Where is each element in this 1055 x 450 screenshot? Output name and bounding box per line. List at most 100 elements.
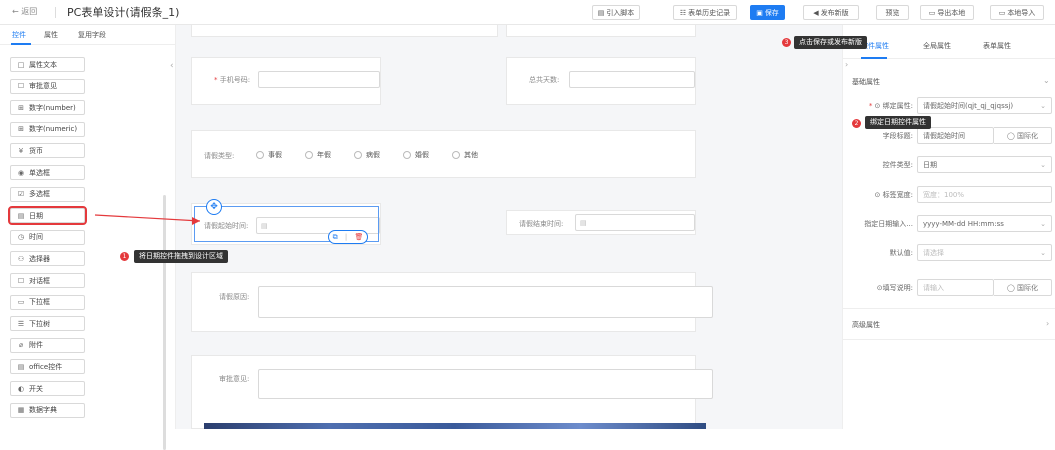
component-item[interactable]: ▤ 日期: [8, 206, 87, 226]
copy-icon[interactable]: ⧉: [333, 233, 338, 242]
step-3-badge: 3: [782, 38, 791, 47]
tab-form-properties[interactable]: 表单属性: [983, 41, 1011, 51]
i18n-button[interactable]: ◯ 国际化: [994, 279, 1052, 296]
component-item[interactable]: ◷ 时间: [10, 229, 85, 245]
component-label: 数字(number): [29, 103, 76, 112]
control-type-select[interactable]: 日期 ⌄: [917, 156, 1052, 173]
component-item[interactable]: ⚇ 选择器: [10, 251, 85, 267]
reason-label: 请假原因:: [219, 293, 250, 301]
form-history-button[interactable]: ☷ 表单历史记录: [673, 5, 737, 20]
component-label: 审批意见: [29, 82, 57, 91]
chevron-down-icon[interactable]: ⌄: [1043, 76, 1050, 85]
component-icon: ▤: [17, 211, 25, 220]
back-link[interactable]: ← 返回: [12, 6, 37, 17]
publish-button[interactable]: ◀ 发布新版: [803, 5, 859, 20]
component-item[interactable]: ◐ 开关: [10, 381, 85, 396]
delete-icon[interactable]: 🗑: [354, 233, 363, 241]
phone-field-card[interactable]: * 手机号码:: [191, 57, 381, 105]
component-label: 数字(numeric): [29, 125, 78, 134]
component-item[interactable]: ☐ 审批意见: [10, 78, 85, 94]
total-days-field-card[interactable]: 总共天数:: [506, 57, 696, 105]
scrollbar[interactable]: [163, 195, 166, 450]
end-date-field-card[interactable]: 请假结束时间: ▤: [506, 210, 696, 235]
component-icon: ⚇: [17, 254, 25, 263]
tab-global-properties[interactable]: 全局属性: [923, 41, 951, 51]
component-item[interactable]: ⊞ 数字(numeric): [10, 121, 85, 137]
radio-option[interactable]: 年假: [305, 150, 331, 160]
control-type-label: 控件类型:: [882, 161, 913, 169]
default-value-select[interactable]: 请选择 ⌄: [917, 244, 1052, 261]
radio-dot-icon: [403, 151, 411, 159]
reason-textarea[interactable]: [258, 286, 713, 318]
radio-option[interactable]: 其他: [452, 150, 478, 160]
tab-controls[interactable]: 控件: [12, 30, 26, 40]
component-item[interactable]: ☑ 多选框: [10, 186, 85, 202]
phone-input[interactable]: [258, 71, 380, 88]
import-script-button[interactable]: ▤ 引入脚本: [592, 5, 640, 20]
component-item[interactable]: □ 属性文本: [10, 57, 85, 72]
top-toolbar: ← 返回 PC表单设计(请假条_1) ▤ 引入脚本 ☷ 表单历史记录 ▣ 保存 ◀ 发布…: [0, 0, 1055, 25]
label-width-input[interactable]: 宽度：100%: [917, 186, 1052, 203]
chevron-down-icon: ⌄: [1040, 219, 1046, 228]
chevron-down-icon: ⌄: [1040, 160, 1046, 169]
reason-field-card[interactable]: 请假原因:: [191, 272, 713, 332]
collapse-left-icon[interactable]: ‹: [170, 61, 174, 71]
radio-option[interactable]: 事假: [256, 150, 282, 160]
component-icon: ▦: [17, 406, 25, 415]
field-actions: ⧉ | 🗑: [328, 230, 368, 244]
export-local-button[interactable]: ▭ 导出本地: [920, 5, 974, 20]
import-local-button[interactable]: ▭ 本地导入: [990, 5, 1044, 20]
radio-option[interactable]: 婚假: [403, 150, 429, 160]
component-item[interactable]: ☐ 对话框: [10, 273, 85, 288]
component-item[interactable]: ¥ 货币: [10, 143, 85, 159]
advanced-properties-title[interactable]: 高级属性: [852, 320, 880, 330]
component-item[interactable]: ▦ 数据字典: [10, 402, 85, 418]
form-row-card[interactable]: [191, 25, 498, 37]
tab-properties[interactable]: 属性: [44, 30, 58, 40]
radio-dot-icon: [354, 151, 362, 159]
component-item[interactable]: ⌀ 附件: [10, 337, 85, 353]
calendar-icon: ▤: [580, 218, 587, 227]
component-item[interactable]: ☰ 下拉树: [10, 316, 85, 332]
move-handle-icon[interactable]: ✥: [206, 199, 222, 215]
radio-option[interactable]: 病假: [354, 150, 380, 160]
help-text-input[interactable]: 请输入: [917, 279, 994, 296]
bind-property-select[interactable]: 请假起始时间(qjt_qj_qjqssj) ⌄: [917, 97, 1052, 114]
save-button[interactable]: ▣ 保存: [750, 5, 785, 20]
component-label: 多选框: [29, 190, 50, 199]
form-row-card[interactable]: [506, 25, 696, 37]
preview-button[interactable]: 预览: [876, 5, 909, 20]
phone-label: * 手机号码:: [214, 76, 251, 84]
component-icon: ◷: [17, 233, 25, 242]
total-days-input[interactable]: [569, 71, 695, 88]
leave-type-field-card[interactable]: 请假类型: 事假 年假 病假 婚假 其他: [191, 130, 696, 178]
component-label: 日期: [29, 211, 43, 220]
history-icon: ☷: [679, 8, 687, 17]
basic-properties-title[interactable]: 基础属性: [852, 77, 880, 87]
component-item[interactable]: ▭ 下拉框: [10, 294, 85, 310]
date-format-select[interactable]: yyyy-MM-dd HH:mm:ss ⌄: [917, 215, 1052, 232]
approval-label: 审批意见:: [219, 375, 250, 383]
end-date-input[interactable]: ▤: [575, 214, 695, 231]
component-item[interactable]: ▤ office控件: [10, 359, 85, 375]
component-icon: ◐: [17, 384, 25, 393]
component-label: 下拉树: [29, 319, 50, 328]
component-tabs: 控件 属性 复用字段: [0, 25, 176, 45]
field-title-input[interactable]: 请假起始时间: [917, 127, 994, 144]
component-item[interactable]: ⊞ 数字(number): [10, 100, 85, 116]
chevron-down-icon: ⌄: [1040, 101, 1046, 110]
date-format-label: 指定日期输入...: [864, 220, 913, 228]
help-text-label: ⊙填写说明:: [876, 284, 913, 292]
i18n-button[interactable]: ◯ 国际化: [994, 127, 1052, 144]
radio-dot-icon: [452, 151, 460, 159]
field-title-label: 字段标题:: [882, 132, 913, 140]
component-icon: ◉: [17, 168, 25, 177]
approval-field-card[interactable]: 审批意见:: [191, 355, 713, 429]
component-label: 下拉框: [29, 298, 50, 307]
expand-right-icon[interactable]: ›: [845, 60, 848, 69]
tab-reuse-fields[interactable]: 复用字段: [78, 30, 106, 40]
component-item[interactable]: ◉ 单选框: [10, 165, 85, 180]
chevron-right-icon[interactable]: ›: [1046, 319, 1049, 328]
approval-textarea[interactable]: [258, 369, 713, 399]
component-label: 时间: [29, 233, 43, 242]
